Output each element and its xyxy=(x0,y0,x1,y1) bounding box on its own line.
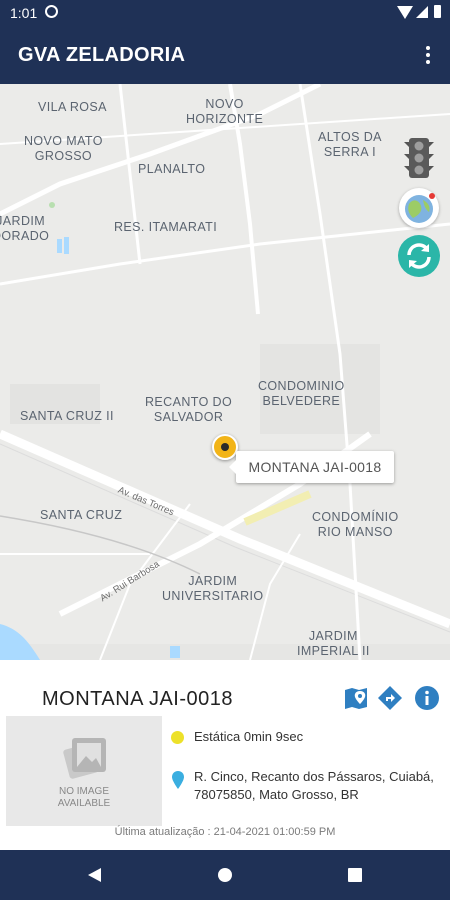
last-update: Última atualização : 21-04-2021 01:00:59… xyxy=(114,826,336,838)
signal-icon xyxy=(416,6,428,18)
map-label-recanto-do-salvador: RECANTO DO SALVADOR xyxy=(145,395,233,424)
map-label-jardim-dorado: JARDIM DORADO xyxy=(0,214,50,243)
directions-icon[interactable] xyxy=(377,685,403,711)
nav-recent-icon[interactable] xyxy=(348,868,362,882)
no-image-text: NO IMAGE AVAILABLE xyxy=(57,786,111,809)
system-nav-bar xyxy=(0,850,450,900)
wifi-icon xyxy=(397,6,413,19)
app-bar: GVA ZELADORIA xyxy=(0,26,450,84)
notification-icon xyxy=(45,5,58,18)
status-bar: 1:01 xyxy=(0,0,450,26)
vehicle-status: Estática 0min 9sec xyxy=(194,729,304,744)
app-title: GVA ZELADORIA xyxy=(18,44,186,66)
more-vert-icon[interactable] xyxy=(416,42,440,68)
vehicle-marker[interactable] xyxy=(212,434,238,460)
map-label-jardim-imperial: JARDIM IMPERIAL II xyxy=(297,629,370,658)
refresh-icon[interactable] xyxy=(398,235,440,277)
vehicle-panel: MONTANA JAI-0018 NO IMAGE AVAILABLE Está… xyxy=(0,660,450,850)
vehicle-address: R. Cinco, Recanto dos Pássaros, Cuiabá, … xyxy=(194,769,434,802)
nav-back-icon[interactable] xyxy=(88,868,101,882)
vehicle-name: MONTANA JAI-0018 xyxy=(42,688,234,710)
battery-icon xyxy=(434,5,441,18)
map-label-novo-mato-grosso: NOVO MATO GROSSO xyxy=(24,134,103,163)
map-label-planalto: PLANALTO xyxy=(138,162,206,176)
image-placeholder-icon xyxy=(63,738,106,779)
vehicle-card: NO IMAGE AVAILABLE Estática 0min 9sec R.… xyxy=(6,716,450,826)
map-label-santa-cruz-ii: SANTA CRUZ II xyxy=(20,409,114,423)
vehicle-image-placeholder: NO IMAGE AVAILABLE xyxy=(6,716,162,826)
map-label-vila-rosa: VILA ROSA xyxy=(38,100,107,114)
status-dot-icon xyxy=(171,731,184,744)
map-pin-icon[interactable] xyxy=(343,685,369,711)
info-icon[interactable] xyxy=(414,685,440,711)
marker-info-bubble[interactable]: MONTANA JAI-0018 xyxy=(229,451,394,483)
traffic-light-icon[interactable] xyxy=(400,136,438,180)
map-label-condominio-belvedere: CONDOMINIO BELVEDERE xyxy=(258,379,345,408)
map-label-jardim-universitario: JARDIM UNIVERSITARIO xyxy=(162,574,264,603)
map-label-altos-da-serra: ALTOS DA SERRA I xyxy=(318,130,382,159)
map-label-condominio-rio-manso: CONDOMÍNIO RIO MANSO xyxy=(312,510,399,539)
map-view[interactable]: VILA ROSA NOVO HORIZONTE NOVO MATO GROSS… xyxy=(0,84,450,660)
status-time: 1:01 xyxy=(10,5,38,21)
map-label-santa-cruz: SANTA CRUZ xyxy=(40,508,123,522)
nav-home-icon[interactable] xyxy=(218,868,232,882)
map-label-novo-horizonte: NOVO HORIZONTE xyxy=(186,97,264,126)
location-pin-icon xyxy=(172,771,184,794)
globe-icon[interactable] xyxy=(399,188,439,228)
map-label-res-itamarati: RES. ITAMARATI xyxy=(114,220,218,234)
